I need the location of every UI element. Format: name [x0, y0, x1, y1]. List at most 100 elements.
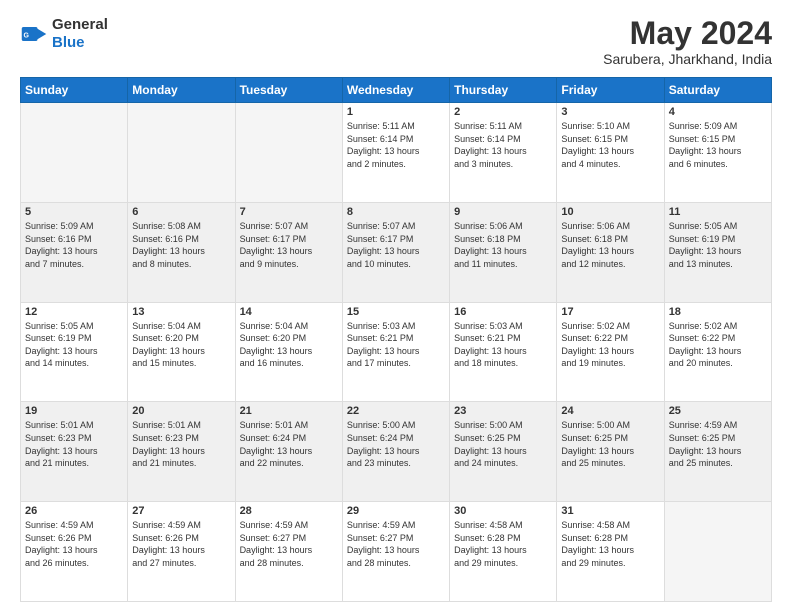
day-info: Sunrise: 4:59 AM Sunset: 6:26 PM Dayligh…	[25, 519, 123, 569]
day-number: 9	[454, 206, 552, 218]
day-number: 2	[454, 106, 552, 118]
calendar-table: Sunday Monday Tuesday Wednesday Thursday…	[20, 77, 772, 602]
calendar-day-cell: 25Sunrise: 4:59 AM Sunset: 6:25 PM Dayli…	[664, 402, 771, 502]
calendar-day-cell: 29 Sunrise: 4:59 AM Sunset: 6:27 PM Dayli…	[342, 502, 449, 602]
day-number: 7	[240, 206, 338, 218]
calendar-header-row: Sunday Monday Tuesday Wednesday Thursday…	[21, 78, 772, 103]
calendar-day-cell: 8 Sunrise: 5:07 AM Sunset: 6:17 PM Daylig…	[342, 202, 449, 302]
day-number: 30	[454, 505, 552, 517]
calendar-day-cell: 23Sunrise: 5:00 AM Sunset: 6:25 PM Dayli…	[450, 402, 557, 502]
calendar-day-cell: 27 Sunrise: 4:59 AM Sunset: 6:26 PM Dayli…	[128, 502, 235, 602]
day-info: Sunrise: 5:11 AM Sunset: 6:14 PM Dayligh…	[347, 120, 445, 170]
calendar-day-cell	[664, 502, 771, 602]
day-info: Sunrise: 4:58 AM Sunset: 6:28 PM Dayligh…	[561, 519, 659, 569]
calendar-day-cell: 7 Sunrise: 5:07 AM Sunset: 6:17 PM Daylig…	[235, 202, 342, 302]
day-info: Sunrise: 5:02 AM Sunset: 6:22 PM Dayligh…	[669, 320, 767, 370]
day-info: Sunrise: 5:00 AM Sunset: 6:24 PM Dayligh…	[347, 419, 445, 469]
calendar-week-row: 1 Sunrise: 5:11 AM Sunset: 6:14 PM Daylig…	[21, 103, 772, 203]
calendar-day-cell	[235, 103, 342, 203]
calendar-day-cell: 16 Sunrise: 5:03 AM Sunset: 6:21 PM Dayli…	[450, 302, 557, 402]
day-number: 22	[347, 405, 445, 417]
day-info: Sunrise: 4:59 AM Sunset: 6:25 PM Dayligh…	[669, 419, 767, 469]
title-block: May 2024 Sarubera, Jharkhand, India	[603, 16, 772, 67]
calendar-day-cell	[21, 103, 128, 203]
day-number: 3	[561, 106, 659, 118]
calendar-week-row: 19 Sunrise: 5:01 AM Sunset: 6:23 PM Dayli…	[21, 402, 772, 502]
col-saturday: Saturday	[664, 78, 771, 103]
calendar-day-cell: 17Sunrise: 5:02 AM Sunset: 6:22 PM Dayli…	[557, 302, 664, 402]
day-number: 29	[347, 505, 445, 517]
calendar-day-cell: 15 Sunrise: 5:03 AM Sunset: 6:21 PM Dayli…	[342, 302, 449, 402]
day-info: Sunrise: 5:08 AM Sunset: 6:16 PM Dayligh…	[132, 220, 230, 270]
day-info: Sunrise: 5:00 AM Sunset: 6:25 PM Dayligh…	[561, 419, 659, 469]
col-thursday: Thursday	[450, 78, 557, 103]
calendar-day-cell: 9 Sunrise: 5:06 AM Sunset: 6:18 PM Daylig…	[450, 202, 557, 302]
calendar-day-cell: 3 Sunrise: 5:10 AM Sunset: 6:15 PM Daylig…	[557, 103, 664, 203]
calendar-day-cell: 19 Sunrise: 5:01 AM Sunset: 6:23 PM Dayli…	[21, 402, 128, 502]
day-number: 10	[561, 206, 659, 218]
calendar-day-cell: 4Sunrise: 5:09 AM Sunset: 6:15 PM Daylig…	[664, 103, 771, 203]
day-number: 1	[347, 106, 445, 118]
col-wednesday: Wednesday	[342, 78, 449, 103]
col-sunday: Sunday	[21, 78, 128, 103]
day-number: 11	[669, 206, 767, 218]
day-info: Sunrise: 5:03 AM Sunset: 6:21 PM Dayligh…	[454, 320, 552, 370]
month-year: May 2024	[603, 16, 772, 51]
day-info: Sunrise: 5:01 AM Sunset: 6:23 PM Dayligh…	[25, 419, 123, 469]
day-number: 16	[454, 306, 552, 318]
day-number: 23	[454, 405, 552, 417]
day-info: Sunrise: 5:01 AM Sunset: 6:24 PM Dayligh…	[240, 419, 338, 469]
day-number: 26	[25, 505, 123, 517]
calendar-day-cell: 21 Sunrise: 5:01 AM Sunset: 6:24 PM Dayli…	[235, 402, 342, 502]
calendar-day-cell: 24 Sunrise: 5:00 AM Sunset: 6:25 PM Dayli…	[557, 402, 664, 502]
calendar-day-cell: 1 Sunrise: 5:11 AM Sunset: 6:14 PM Daylig…	[342, 103, 449, 203]
day-number: 27	[132, 505, 230, 517]
location: Sarubera, Jharkhand, India	[603, 51, 772, 67]
day-number: 18	[669, 306, 767, 318]
day-info: Sunrise: 5:04 AM Sunset: 6:20 PM Dayligh…	[132, 320, 230, 370]
day-info: Sunrise: 4:59 AM Sunset: 6:27 PM Dayligh…	[240, 519, 338, 569]
calendar-day-cell: 26 Sunrise: 4:59 AM Sunset: 6:26 PM Dayli…	[21, 502, 128, 602]
calendar-day-cell: 10 Sunrise: 5:06 AM Sunset: 6:18 PM Dayli…	[557, 202, 664, 302]
calendar-day-cell	[128, 103, 235, 203]
day-info: Sunrise: 5:01 AM Sunset: 6:23 PM Dayligh…	[132, 419, 230, 469]
calendar-day-cell: 28Sunrise: 4:59 AM Sunset: 6:27 PM Dayli…	[235, 502, 342, 602]
day-info: Sunrise: 5:06 AM Sunset: 6:18 PM Dayligh…	[454, 220, 552, 270]
day-number: 24	[561, 405, 659, 417]
day-number: 4	[669, 106, 767, 118]
calendar-day-cell: 14 Sunrise: 5:04 AM Sunset: 6:20 PM Dayli…	[235, 302, 342, 402]
day-info: Sunrise: 5:02 AM Sunset: 6:22 PM Dayligh…	[561, 320, 659, 370]
calendar-day-cell: 6 Sunrise: 5:08 AM Sunset: 6:16 PM Daylig…	[128, 202, 235, 302]
day-number: 5	[25, 206, 123, 218]
day-info: Sunrise: 5:05 AM Sunset: 6:19 PM Dayligh…	[669, 220, 767, 270]
calendar-day-cell: 2 Sunrise: 5:11 AM Sunset: 6:14 PM Daylig…	[450, 103, 557, 203]
day-info: Sunrise: 4:59 AM Sunset: 6:26 PM Dayligh…	[132, 519, 230, 569]
calendar-day-cell: 20 Sunrise: 5:01 AM Sunset: 6:23 PM Dayli…	[128, 402, 235, 502]
day-number: 6	[132, 206, 230, 218]
day-number: 19	[25, 405, 123, 417]
day-info: Sunrise: 5:11 AM Sunset: 6:14 PM Dayligh…	[454, 120, 552, 170]
calendar-week-row: 5 Sunrise: 5:09 AM Sunset: 6:16 PM Daylig…	[21, 202, 772, 302]
day-info: Sunrise: 5:03 AM Sunset: 6:21 PM Dayligh…	[347, 320, 445, 370]
header: G General Blue May 2024 Sarubera, Jharkh…	[20, 16, 772, 67]
day-number: 20	[132, 405, 230, 417]
day-number: 15	[347, 306, 445, 318]
day-info: Sunrise: 4:59 AM Sunset: 6:27 PM Dayligh…	[347, 519, 445, 569]
calendar-day-cell: 30Sunrise: 4:58 AM Sunset: 6:28 PM Dayli…	[450, 502, 557, 602]
day-info: Sunrise: 5:09 AM Sunset: 6:16 PM Dayligh…	[25, 220, 123, 270]
day-number: 13	[132, 306, 230, 318]
logo-icon: G	[20, 20, 48, 48]
day-info: Sunrise: 5:04 AM Sunset: 6:20 PM Dayligh…	[240, 320, 338, 370]
calendar-day-cell: 31Sunrise: 4:58 AM Sunset: 6:28 PM Dayli…	[557, 502, 664, 602]
day-info: Sunrise: 5:07 AM Sunset: 6:17 PM Dayligh…	[347, 220, 445, 270]
day-number: 21	[240, 405, 338, 417]
logo-text: General Blue	[52, 16, 108, 52]
day-number: 8	[347, 206, 445, 218]
day-info: Sunrise: 5:07 AM Sunset: 6:17 PM Dayligh…	[240, 220, 338, 270]
page: G General Blue May 2024 Sarubera, Jharkh…	[0, 0, 792, 612]
day-info: Sunrise: 5:06 AM Sunset: 6:18 PM Dayligh…	[561, 220, 659, 270]
day-number: 14	[240, 306, 338, 318]
day-info: Sunrise: 5:10 AM Sunset: 6:15 PM Dayligh…	[561, 120, 659, 170]
day-number: 12	[25, 306, 123, 318]
col-friday: Friday	[557, 78, 664, 103]
